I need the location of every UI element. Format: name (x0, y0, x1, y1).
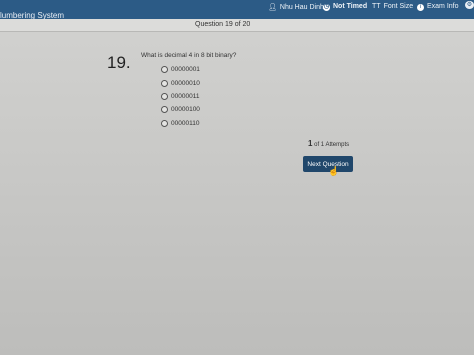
radio-button[interactable] (161, 80, 168, 87)
option-label: 00000011 (171, 93, 200, 101)
answer-option-2[interactable]: 00000010 (161, 80, 200, 87)
timer-label: Not Timed (333, 3, 368, 10)
question-number: 19. (107, 53, 131, 72)
settings-icon[interactable]: ⚙ (465, 1, 474, 9)
font-size-label: Font Size (383, 3, 414, 10)
timer-status: ◷ Not Timed (323, 3, 367, 11)
clock-icon: ◷ (323, 4, 330, 11)
answer-option-4[interactable]: 00000100 (161, 106, 200, 113)
option-label: 00000010 (171, 80, 200, 88)
attempts-counter: 1 of 1 Attempts (308, 139, 349, 148)
radio-button[interactable] (161, 120, 168, 127)
user-icon: 👤︎ (268, 4, 277, 11)
font-size-icon: TT (372, 3, 381, 10)
attempts-label: of 1 Attempts (314, 142, 350, 148)
question-counter: Question 19 of 20 (195, 21, 251, 28)
exam-info-button[interactable]: i Exam Info (417, 3, 459, 11)
mouse-cursor-icon: ☝ (328, 166, 340, 176)
radio-button[interactable] (161, 66, 168, 73)
font-size-button[interactable]: TT Font Size (372, 3, 413, 10)
answer-option-5[interactable]: 00000110 (161, 120, 199, 127)
answer-option-1[interactable]: 00000001 (161, 66, 200, 73)
exam-info-label: Exam Info (427, 3, 459, 10)
radio-button[interactable] (161, 106, 168, 113)
answer-option-3[interactable]: 00000011 (161, 93, 199, 100)
option-label: 00000100 (171, 106, 200, 114)
option-label: 00000001 (171, 66, 200, 74)
attempts-count: 1 (308, 139, 313, 148)
radio-button[interactable] (161, 93, 168, 100)
question-text: What is decimal 4 in 8 bit binary? (141, 52, 237, 59)
option-label: 00000110 (171, 120, 200, 128)
user-name: Nhu Hau Dinh (279, 4, 324, 11)
info-icon: i (417, 4, 424, 11)
user-menu[interactable]: 👤︎ Nhu Hau Dinh (268, 3, 324, 11)
